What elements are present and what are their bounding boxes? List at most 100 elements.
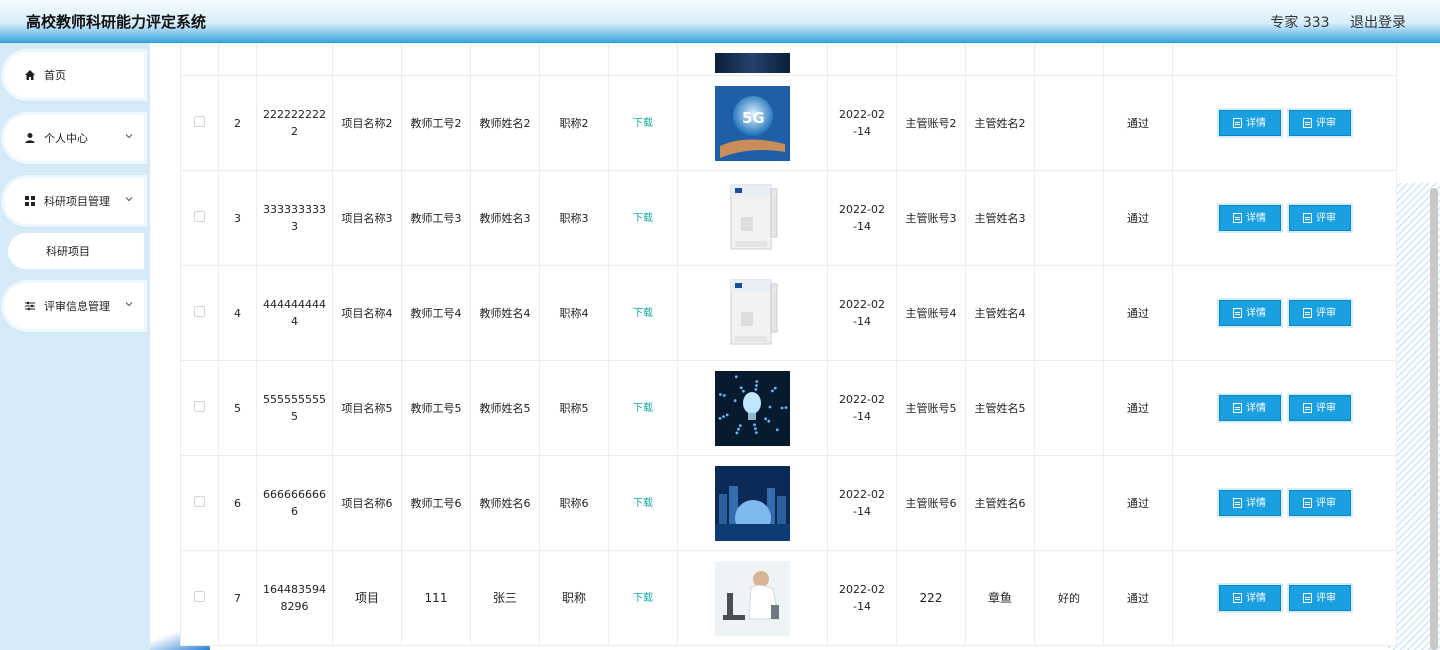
partial-image — [715, 52, 790, 73]
document-icon — [1303, 498, 1312, 508]
project-number: 5555555555 — [256, 360, 333, 456]
document-icon — [1233, 593, 1242, 603]
download-link[interactable]: 下载 — [633, 403, 653, 414]
row-checkbox[interactable] — [194, 495, 205, 507]
row-checkbox[interactable] — [194, 210, 205, 222]
svg-text:5G: 5G — [742, 109, 765, 127]
review-status: 通过 — [1103, 265, 1173, 361]
review-button[interactable]: 评审 — [1288, 395, 1351, 421]
teacher-number: 111 — [401, 550, 471, 646]
manager-name: 章鱼 — [965, 550, 1035, 646]
table-row: 2 2222222222 项目名称2 教师工号2 教师姓名2 职称2 下载 5G 2022-02… — [180, 75, 1397, 171]
row-checkbox[interactable] — [194, 115, 205, 127]
job-title: 职称4 — [539, 265, 609, 361]
project-name: 项目名称3 — [332, 170, 402, 266]
download-link[interactable]: 下载 — [633, 593, 653, 604]
job-title: 职称 — [539, 550, 609, 646]
sidebar-subitem-project[interactable]: 科研项目 — [8, 233, 144, 269]
teacher-number: 教师工号6 — [401, 455, 471, 551]
detail-button[interactable]: 详情 — [1218, 490, 1281, 516]
review-button[interactable]: 评审 — [1288, 205, 1351, 231]
submit-date: 2022-02-14 — [827, 265, 897, 361]
document-icon — [1233, 498, 1242, 508]
job-title: 职称3 — [539, 170, 609, 266]
download-link[interactable]: 下载 — [633, 118, 653, 129]
table-row: 6 6666666666 项目名称6 教师工号6 教师姓名6 职称6 下载 2022-02-1… — [180, 455, 1397, 551]
job-title: 职称5 — [539, 360, 609, 456]
review-button[interactable]: 评审 — [1288, 585, 1351, 611]
manager-account: 主管账号4 — [896, 265, 966, 361]
project-name: 项目名称2 — [332, 75, 402, 171]
chevron-down-icon — [125, 302, 133, 307]
submit-date: 2022-02-14 — [827, 170, 897, 266]
manager-name: 主管姓名2 — [965, 75, 1035, 171]
review-button[interactable]: 评审 — [1288, 110, 1351, 136]
row-index: 2 — [218, 75, 257, 171]
sidebar-item-personal[interactable]: 个人中心 — [4, 115, 144, 161]
row-index: 6 — [218, 455, 257, 551]
logout-link[interactable]: 退出登录 — [1350, 15, 1406, 31]
sidebar-item-review-mgmt[interactable]: 评审信息管理 — [4, 283, 144, 329]
data-table: 2 2222222222 项目名称2 教师工号2 教师姓名2 职称2 下载 5G 2022-02… — [180, 43, 1397, 646]
row-index: 5 — [218, 360, 257, 456]
review-button[interactable]: 评审 — [1288, 300, 1351, 326]
project-name: 项目名称6 — [332, 455, 402, 551]
review-opinion — [1034, 360, 1104, 456]
teacher-name: 张三 — [470, 550, 540, 646]
row-index: 7 — [218, 550, 257, 646]
row-checkbox[interactable] — [194, 590, 205, 602]
review-opinion: 好的 — [1034, 550, 1104, 646]
review-status: 通过 — [1103, 455, 1173, 551]
review-opinion — [1034, 455, 1104, 551]
row-checkbox[interactable] — [194, 400, 205, 412]
detail-button[interactable]: 详情 — [1218, 110, 1281, 136]
job-title: 职称2 — [539, 75, 609, 171]
detail-button[interactable]: 详情 — [1218, 395, 1281, 421]
document-icon — [1233, 118, 1242, 128]
row-checkbox[interactable] — [194, 305, 205, 317]
project-name: 项目 — [332, 550, 402, 646]
home-icon — [25, 70, 35, 80]
download-link[interactable]: 下载 — [633, 308, 653, 319]
teacher-number: 教师工号3 — [401, 170, 471, 266]
chevron-down-icon — [125, 197, 133, 202]
manager-name: 主管姓名3 — [965, 170, 1035, 266]
user-area: 专家 333 退出登录 — [1254, 12, 1406, 32]
download-link[interactable]: 下载 — [633, 498, 653, 509]
submit-date: 2022-02-14 — [827, 75, 897, 171]
user-icon — [25, 133, 35, 143]
detail-button[interactable]: 详情 — [1218, 300, 1281, 326]
submit-date: 2022-02-14 — [827, 550, 897, 646]
teacher-name: 教师姓名6 — [470, 455, 540, 551]
job-title: 职称6 — [539, 455, 609, 551]
submit-date: 2022-02-14 — [827, 455, 897, 551]
project-number: 3333333333 — [256, 170, 333, 266]
review-opinion — [1034, 265, 1104, 361]
download-link[interactable]: 下载 — [633, 213, 653, 224]
manager-account: 主管账号3 — [896, 170, 966, 266]
sidebar: 首页 个人中心 科研项目管理 科研项目 评审信息管理 — [0, 43, 150, 650]
detail-button[interactable]: 详情 — [1218, 585, 1281, 611]
document-icon — [1303, 593, 1312, 603]
document-icon — [1303, 118, 1312, 128]
manager-name: 主管姓名4 — [965, 265, 1035, 361]
lab-microscope-image — [715, 560, 790, 636]
review-status: 通过 — [1103, 170, 1173, 266]
table-row: 7 1644835948296 项目 111 张三 职称 下载 2022-02-14 222 章鱼… — [180, 550, 1397, 646]
sidebar-item-home[interactable]: 首页 — [4, 52, 144, 98]
review-button[interactable]: 评审 — [1288, 490, 1351, 516]
review-opinion — [1034, 170, 1104, 266]
detail-button[interactable]: 详情 — [1218, 205, 1281, 231]
project-number: 4444444444 — [256, 265, 333, 361]
row-index: 3 — [218, 170, 257, 266]
review-opinion — [1034, 75, 1104, 171]
teacher-number: 教师工号4 — [401, 265, 471, 361]
sidebar-item-project-mgmt[interactable]: 科研项目管理 — [4, 178, 144, 224]
water-machine-image — [715, 275, 790, 351]
document-icon — [1233, 403, 1242, 413]
table-row: 4 4444444444 项目名称4 教师工号4 教师姓名4 职称4 下载 2022-02-1… — [180, 265, 1397, 361]
scrollbar[interactable] — [1430, 188, 1438, 650]
sidebar-item-label: 科研项目 — [46, 245, 90, 258]
review-status: 通过 — [1103, 360, 1173, 456]
project-number: 2222222222 — [256, 75, 333, 171]
